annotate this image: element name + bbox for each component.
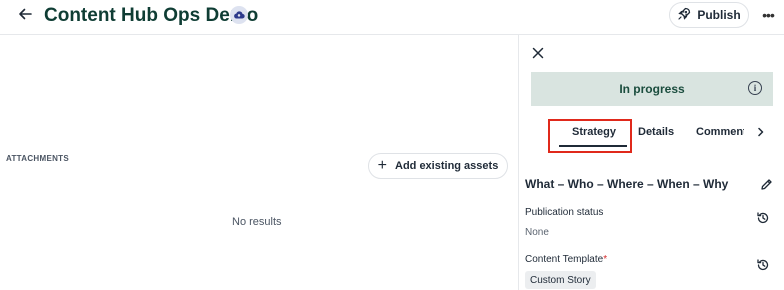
tab-comments[interactable]: Comments [696,126,744,138]
tab-highlight-box [548,119,632,153]
publish-label: Publish [697,8,741,22]
cloud-sync-icon[interactable] [230,6,248,24]
pencil-icon[interactable] [758,176,774,192]
required-marker: * [603,254,608,265]
tab-details[interactable]: Details [638,126,674,138]
publish-button[interactable]: Publish [669,2,749,28]
back-arrow-icon [17,6,33,27]
plus-icon: + [377,157,387,174]
empty-state-text: No results [232,216,282,228]
publication-status-value: None [525,227,549,238]
add-existing-assets-label: Add existing assets [395,160,499,172]
attachments-pane: ATTACHMENTS + Add existing assets No res… [0,35,518,290]
close-icon[interactable] [530,45,546,61]
attachments-heading: ATTACHMENTS [6,154,69,163]
content-template-label: Content Template* [525,254,608,265]
panel-tabs: Strategy Details Comments [519,119,784,153]
info-icon[interactable]: i [748,81,762,95]
add-existing-assets-button[interactable]: + Add existing assets [368,153,508,179]
more-horizontal-icon[interactable]: ••• [758,6,778,24]
chevron-right-icon[interactable] [755,125,767,139]
back-button[interactable] [14,5,36,27]
history-icon[interactable] [755,257,771,273]
side-panel: In progress i Strategy Details Comments … [519,35,784,290]
status-label: In progress [619,82,685,96]
status-bar[interactable]: In progress [531,72,773,106]
section-title: What – Who – Where – When – Why [525,177,729,191]
page-title: Content Hub Ops Demo [44,5,259,26]
history-icon[interactable] [755,210,771,226]
rocket-icon [677,7,691,24]
top-bar: Content Hub Ops Demo Publish ••• [0,0,784,35]
content-template-chip[interactable]: Custom Story [525,271,596,289]
publication-status-label: Publication status [525,207,604,218]
